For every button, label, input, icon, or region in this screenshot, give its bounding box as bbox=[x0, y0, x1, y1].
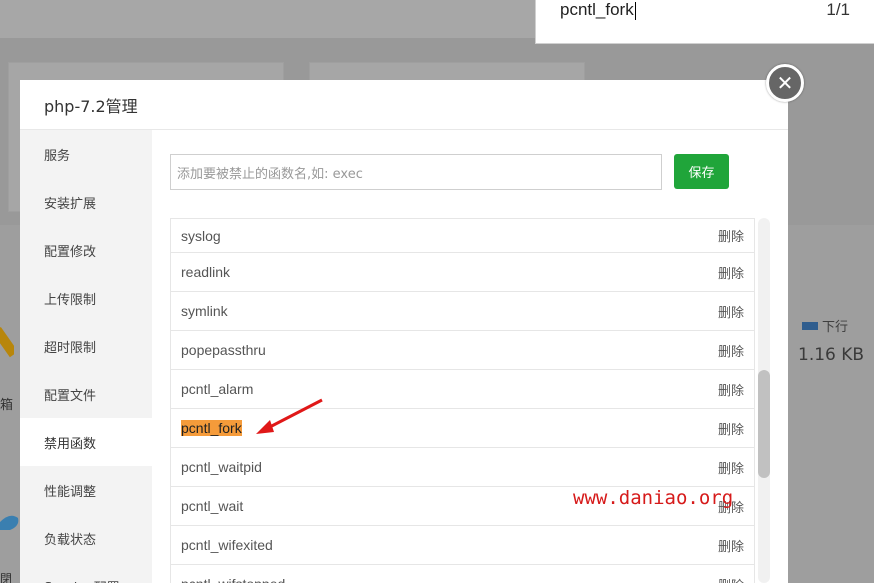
function-name: pcntl_wait bbox=[181, 498, 244, 514]
list-item: syslog 删除 bbox=[171, 219, 754, 253]
delete-button[interactable]: 删除 bbox=[718, 380, 744, 399]
sidebar-item-service[interactable]: 服务 bbox=[20, 130, 152, 178]
background-label: 閉 bbox=[0, 572, 13, 583]
save-button[interactable]: 保存 bbox=[674, 154, 729, 189]
sidebar-item-config-file[interactable]: 配置文件 bbox=[20, 370, 152, 418]
tools-icon bbox=[0, 326, 14, 358]
sidebar-item-performance[interactable]: 性能调整 bbox=[20, 466, 152, 514]
sidebar-item-disabled-functions[interactable]: 禁用函数 bbox=[20, 418, 152, 466]
legend-label: 下行 bbox=[822, 320, 849, 335]
function-name-highlighted: pcntl_fork bbox=[181, 420, 242, 436]
delete-button[interactable]: 删除 bbox=[718, 341, 744, 360]
find-query: pcntl_fork bbox=[560, 0, 634, 19]
list-item: pcntl_wifexited 删除 bbox=[171, 526, 754, 565]
find-count: 1/1 bbox=[826, 0, 850, 19]
delete-button[interactable]: 删除 bbox=[718, 226, 744, 245]
network-value: 1.16 KB bbox=[798, 345, 865, 365]
disabled-functions-panel: 添加要被禁止的函数名,如: exec 保存 syslog 删除 readlink 删… bbox=[152, 130, 788, 583]
list-scrollbar[interactable] bbox=[758, 218, 770, 583]
function-name: pcntl_waitpid bbox=[181, 459, 262, 475]
delete-button[interactable]: 删除 bbox=[718, 458, 744, 477]
function-name: pcntl_wifexited bbox=[181, 537, 273, 553]
list-item: readlink 删除 bbox=[171, 253, 754, 292]
delete-button[interactable]: 删除 bbox=[718, 302, 744, 321]
list-item: popepassthru 删除 bbox=[171, 331, 754, 370]
find-bar[interactable]: pcntl_fork 1/1 bbox=[535, 0, 874, 44]
function-name: syslog bbox=[181, 227, 221, 244]
list-item: symlink 删除 bbox=[171, 292, 754, 331]
function-name: popepassthru bbox=[181, 342, 266, 358]
delete-button[interactable]: 删除 bbox=[718, 263, 744, 282]
arrow-annotation-icon bbox=[256, 398, 323, 434]
docker-icon bbox=[0, 515, 19, 530]
function-name: pcntl_alarm bbox=[181, 381, 254, 397]
delete-button[interactable]: 删除 bbox=[718, 536, 744, 555]
watermark: www.daniao.org bbox=[573, 487, 734, 509]
list-item: pcntl_waitpid 删除 bbox=[171, 448, 754, 487]
function-name-input[interactable]: 添加要被禁止的函数名,如: exec bbox=[170, 154, 662, 190]
text-caret bbox=[634, 1, 636, 20]
sidebar-item-config-edit[interactable]: 配置修改 bbox=[20, 226, 152, 274]
legend-swatch bbox=[802, 321, 818, 330]
background-label: 箱 bbox=[0, 398, 14, 413]
close-icon[interactable]: ✕ bbox=[766, 64, 804, 102]
chart-legend: 下行 bbox=[802, 316, 848, 335]
delete-button[interactable]: 删除 bbox=[718, 419, 744, 438]
sidebar-item-load-status[interactable]: 负载状态 bbox=[20, 514, 152, 562]
sidebar-item-timeout-limit[interactable]: 超时限制 bbox=[20, 322, 152, 370]
function-name: symlink bbox=[181, 303, 228, 319]
list-item: pcntl_wifstopped 删除 bbox=[171, 565, 754, 583]
find-input[interactable]: pcntl_fork bbox=[560, 0, 636, 20]
function-name: pcntl_wifstopped bbox=[181, 576, 285, 583]
sidebar-item-session-config[interactable]: Session配置 bbox=[20, 562, 152, 583]
sidebar: 服务 安装扩展 配置修改 上传限制 超时限制 配置文件 禁用函数 性能调整 负载… bbox=[20, 130, 152, 583]
function-name: readlink bbox=[181, 264, 231, 280]
scrollbar-thumb[interactable] bbox=[758, 370, 770, 478]
delete-button[interactable]: 删除 bbox=[718, 575, 744, 583]
sidebar-item-upload-limit[interactable]: 上传限制 bbox=[20, 274, 152, 322]
sidebar-item-install-extension[interactable]: 安装扩展 bbox=[20, 178, 152, 226]
dialog-title: php-7.2管理 bbox=[20, 80, 788, 130]
